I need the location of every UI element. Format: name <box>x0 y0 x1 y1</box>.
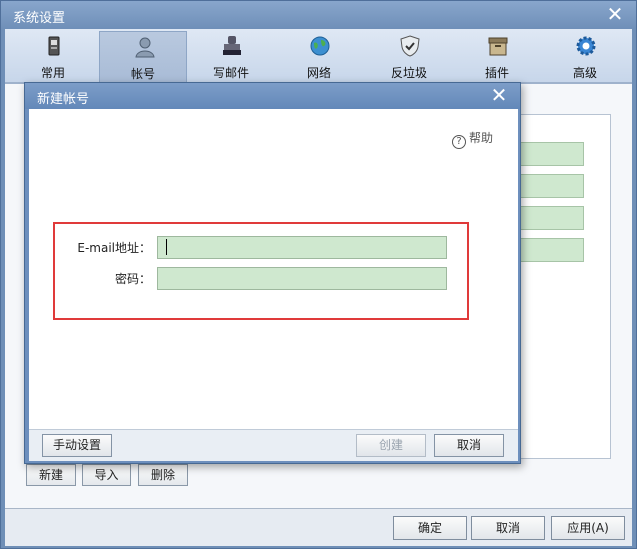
tab-network[interactable]: 网络 <box>275 31 363 83</box>
detail-field[interactable] <box>516 206 584 230</box>
new-account-dialog: 新建帐号 ✕ ? 帮助 E-mail地址： 密码： 手动设置 创建 取消 <box>24 82 521 464</box>
ok-button[interactable]: 确定 <box>393 516 467 540</box>
apply-button[interactable]: 应用(A) <box>551 516 625 540</box>
new-account-button[interactable]: 新建 <box>26 464 76 486</box>
detail-field[interactable] <box>516 238 584 262</box>
question-icon: ? <box>452 135 466 149</box>
globe-icon <box>310 36 330 56</box>
email-label: E-mail地址： <box>77 241 151 255</box>
tab-antispam[interactable]: 反垃圾 <box>365 31 453 83</box>
cancel-button[interactable]: 取消 <box>471 516 545 540</box>
tab-compose[interactable]: 写邮件 <box>187 31 275 83</box>
help-label: 帮助 <box>469 131 494 145</box>
dialog-title: 新建帐号 <box>25 83 520 109</box>
tab-general-label: 常用 <box>40 66 65 80</box>
tab-advanced[interactable]: 高级 <box>541 31 629 83</box>
tab-antispam-label: 反垃圾 <box>390 66 427 80</box>
tab-advanced-label: 高级 <box>572 66 597 80</box>
dialog-footer: 手动设置 创建 取消 <box>29 429 518 461</box>
tab-general[interactable]: 常用 <box>9 31 97 83</box>
help-link[interactable]: ? 帮助 <box>452 129 493 149</box>
settings-toolbar: 常用 帐号 写邮件 网络 反垃圾 插件 高级 <box>5 29 632 83</box>
tab-plugins[interactable]: 插件 <box>453 31 541 83</box>
dialog-close-icon[interactable]: ✕ <box>490 85 508 105</box>
detail-field[interactable] <box>516 142 584 166</box>
password-label: 密码： <box>114 272 151 286</box>
user-icon <box>135 37 155 58</box>
window-close-icon[interactable]: ✕ <box>606 4 624 24</box>
phone-icon <box>48 36 60 56</box>
dialog-cancel-button[interactable]: 取消 <box>434 434 504 457</box>
detail-field[interactable] <box>516 174 584 198</box>
delete-account-button[interactable]: 删除 <box>138 464 188 486</box>
dialog-body: ? 帮助 E-mail地址： 密码： <box>29 109 518 429</box>
shield-icon <box>400 35 420 57</box>
box-icon <box>488 37 508 56</box>
stamp-icon <box>223 36 241 55</box>
tab-account[interactable]: 帐号 <box>99 31 187 83</box>
manual-setup-button[interactable]: 手动设置 <box>42 434 112 457</box>
tab-compose-label: 写邮件 <box>212 66 249 80</box>
tab-network-label: 网络 <box>306 66 331 80</box>
email-field[interactable] <box>157 236 447 259</box>
text-caret <box>166 239 167 255</box>
settings-window: 系统设置 ✕ 常用 帐号 写邮件 网络 反垃圾 插件 高级 新建 导入 删除 确… <box>0 0 637 549</box>
tab-plugins-label: 插件 <box>484 66 509 80</box>
password-field[interactable] <box>157 267 447 290</box>
import-account-button[interactable]: 导入 <box>82 464 131 486</box>
gear-icon <box>576 36 596 56</box>
tab-account-label: 帐号 <box>130 67 155 81</box>
window-title: 系统设置 <box>1 1 636 29</box>
create-button[interactable]: 创建 <box>356 434 426 457</box>
